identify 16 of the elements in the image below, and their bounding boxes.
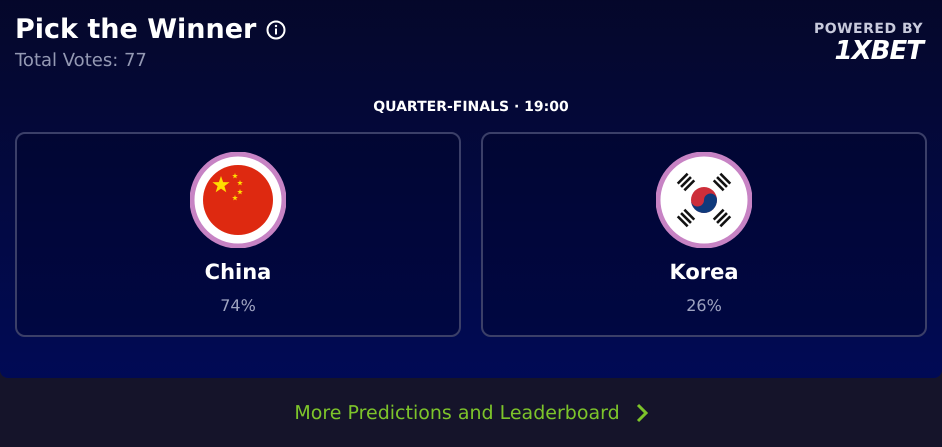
- total-votes: Total Votes: 77: [15, 50, 148, 71]
- flag-icon: [190, 152, 286, 248]
- leaderboard-link[interactable]: More Predictions and Leaderboard: [294, 402, 648, 424]
- powered-by-label: POWERED BY: [814, 21, 923, 37]
- vote-percent: 26%: [686, 296, 722, 315]
- brand-logo: 1XBET: [834, 37, 923, 65]
- chevron-right-icon: [636, 402, 648, 422]
- match-stage: QUARTER-FINALS · 19:00: [372, 99, 570, 115]
- widget-title: Pick the Winner: [15, 13, 256, 47]
- info-icon[interactable]: [266, 20, 286, 40]
- team-card[interactable]: China 74%: [15, 132, 461, 337]
- flag-icon: [656, 152, 752, 248]
- vote-percent: 74%: [220, 296, 256, 315]
- team-card[interactable]: Korea 26%: [481, 132, 927, 337]
- team-name: Korea: [669, 260, 739, 284]
- team-name: China: [204, 260, 272, 284]
